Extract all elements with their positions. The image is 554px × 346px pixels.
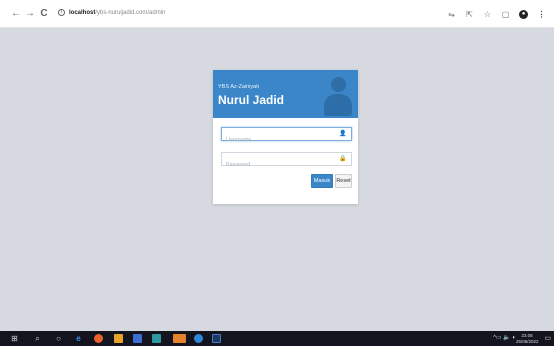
site-info-icon[interactable]: i bbox=[58, 9, 65, 16]
system-tray-icons[interactable]: ▭ 🔈 ◐ bbox=[496, 335, 516, 342]
address-bar[interactable]: i localhost/ybs-nuruljadid.com/admin bbox=[58, 9, 165, 17]
taskbar-clock[interactable]: 23.08 25/08/2022 bbox=[516, 333, 539, 344]
login-button[interactable]: Masuk bbox=[311, 174, 333, 188]
url-host: localhost bbox=[69, 10, 96, 17]
reset-button[interactable]: Reset bbox=[335, 174, 352, 188]
notification-icon[interactable]: ▭ bbox=[544, 334, 551, 343]
edge-browser-icon[interactable]: e bbox=[74, 334, 83, 343]
username-input[interactable] bbox=[222, 134, 334, 146]
store-icon[interactable] bbox=[133, 334, 142, 343]
login-card: YBS Az-Zainiyah Nurul Jadid 👤 🔒 Masuk Re… bbox=[213, 70, 358, 204]
translate-icon[interactable]: ⇋ bbox=[447, 10, 456, 19]
active-app-icon[interactable] bbox=[173, 334, 186, 343]
search-icon[interactable]: ⌕ bbox=[33, 334, 42, 343]
back-arrow-icon[interactable]: ← bbox=[10, 8, 22, 20]
photoshop-icon[interactable] bbox=[212, 334, 221, 343]
username-field[interactable]: 👤 bbox=[221, 127, 352, 146]
url-path: /ybs-nuruljadid.com/admin bbox=[95, 10, 166, 17]
task-view-icon[interactable]: ○ bbox=[54, 334, 63, 343]
forward-arrow-icon[interactable]: → bbox=[24, 8, 36, 20]
user-avatar-icon bbox=[323, 77, 353, 116]
chrome-icon[interactable] bbox=[194, 334, 203, 343]
user-icon: 👤 bbox=[339, 131, 347, 137]
taskbar: ⊞ ⌕ ○ e ^ ▭ 🔈 ◐ 23.08 25/08/2022 ▭ bbox=[0, 331, 554, 346]
reload-icon[interactable]: C bbox=[38, 8, 50, 20]
org-name: YBS Az-Zainiyah bbox=[218, 84, 260, 90]
file-explorer-icon[interactable] bbox=[114, 334, 123, 343]
login-header: YBS Az-Zainiyah Nurul Jadid bbox=[213, 70, 358, 118]
password-input[interactable] bbox=[222, 159, 334, 171]
menu-icon[interactable]: ⋮ bbox=[537, 10, 546, 19]
firefox-icon[interactable] bbox=[94, 334, 103, 343]
app-title: Nurul Jadid bbox=[218, 93, 285, 107]
lock-icon: 🔒 bbox=[339, 156, 347, 162]
password-field[interactable]: 🔒 bbox=[221, 152, 352, 171]
windows-start-icon[interactable]: ⊞ bbox=[10, 334, 19, 343]
toolbar-icons: ⇋ ⇱ ☆ ▢ ● ⋮ bbox=[447, 8, 546, 20]
clock-date: 25/08/2022 bbox=[516, 338, 539, 344]
browser-toolbar: ← → C i localhost/ybs-nuruljadid.com/admi… bbox=[0, 0, 554, 28]
sidebar-icon[interactable]: ▢ bbox=[501, 10, 510, 19]
star-icon[interactable]: ☆ bbox=[483, 10, 492, 19]
share-icon[interactable]: ⇱ bbox=[465, 10, 474, 19]
profile-icon[interactable]: ● bbox=[519, 9, 528, 19]
app-icon[interactable] bbox=[152, 334, 161, 343]
